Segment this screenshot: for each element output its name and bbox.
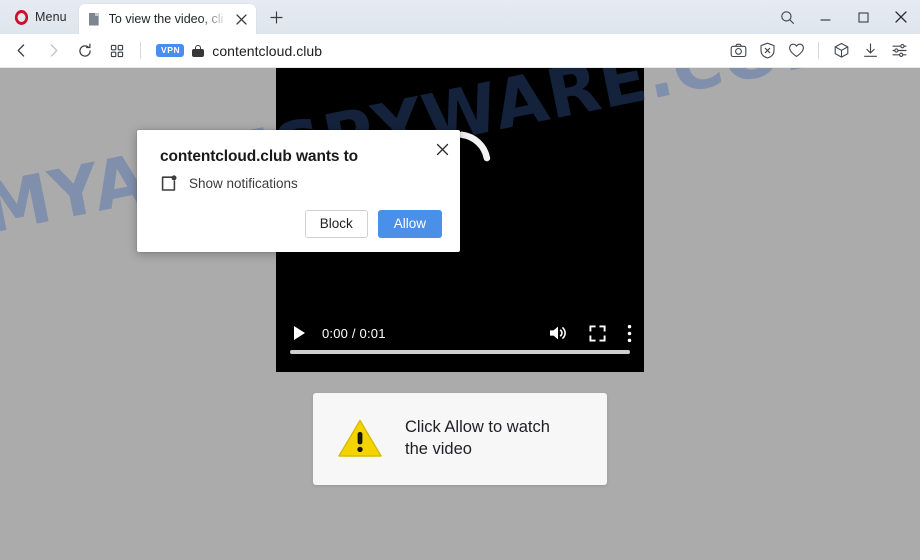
opera-menu-button[interactable]: Menu	[8, 4, 73, 30]
close-icon[interactable]	[431, 138, 453, 160]
page-content: MYANTISPYWARE.COM MYANTISPYWARE.COM 0:00…	[0, 68, 920, 560]
toolbar-divider	[140, 42, 141, 59]
permission-label: Show notifications	[189, 176, 298, 191]
notification-icon	[160, 175, 177, 192]
easy-setup-icon[interactable]	[886, 38, 912, 64]
search-icon[interactable]	[768, 2, 806, 32]
heart-icon[interactable]	[783, 38, 809, 64]
permission-row: Show notifications	[160, 175, 298, 192]
extensions-icon[interactable]	[828, 38, 854, 64]
notification-permission-dialog: contentcloud.club wants to Show notifica…	[137, 130, 460, 252]
toolbar-actions	[725, 38, 920, 64]
block-button[interactable]: Block	[304, 209, 368, 238]
video-controls-right	[548, 324, 632, 343]
fullscreen-icon[interactable]	[589, 324, 606, 342]
video-controls-row: 0:00 / 0:01	[288, 320, 632, 346]
play-icon[interactable]	[288, 322, 310, 344]
ad-blocker-icon[interactable]	[754, 38, 780, 64]
tab-bar: Menu To view the video, cli	[0, 0, 920, 34]
downloads-icon[interactable]	[857, 38, 883, 64]
allow-button[interactable]: Allow	[377, 209, 442, 238]
minimize-icon[interactable]	[806, 2, 844, 32]
video-progress-bar[interactable]	[290, 350, 630, 354]
nav-buttons	[0, 38, 147, 64]
document-icon	[89, 12, 102, 27]
warning-triangle-icon	[337, 418, 383, 460]
video-controls: 0:00 / 0:01	[276, 304, 644, 372]
vpn-badge[interactable]: VPN	[156, 44, 185, 57]
menu-label: Menu	[35, 10, 67, 24]
url-text[interactable]: contentcloud.club	[212, 43, 322, 59]
window-controls	[768, 0, 920, 34]
volume-icon[interactable]	[548, 324, 568, 342]
toolbar-divider-right	[818, 42, 819, 59]
maximize-icon[interactable]	[844, 2, 882, 32]
dialog-buttons: Block Allow	[304, 209, 442, 238]
lock-icon[interactable]	[192, 44, 205, 58]
navigation-toolbar: VPN contentcloud.club	[0, 34, 920, 68]
more-vertical-icon[interactable]	[627, 324, 632, 343]
address-bar[interactable]: VPN contentcloud.club	[147, 38, 725, 64]
snapshot-icon[interactable]	[725, 38, 751, 64]
forward-arrow-icon	[38, 38, 68, 64]
browser-window: Menu To view the video, cli VPN contentc…	[0, 0, 920, 560]
video-time-display: 0:00 / 0:01	[322, 325, 386, 341]
opera-logo-icon	[14, 9, 29, 25]
browser-tab[interactable]: To view the video, cli	[78, 4, 256, 34]
close-icon[interactable]	[232, 9, 252, 29]
dialog-title: contentcloud.club wants to	[160, 148, 359, 165]
notice-box: Click Allow to watch the video	[313, 393, 607, 485]
close-window-icon[interactable]	[882, 2, 920, 32]
notice-text: Click Allow to watch the video	[405, 418, 550, 458]
back-arrow-icon[interactable]	[6, 38, 36, 64]
grid-icon[interactable]	[102, 38, 132, 64]
tab-title: To view the video, cli	[108, 12, 224, 26]
new-tab-button[interactable]	[263, 3, 291, 31]
reload-icon[interactable]	[70, 38, 100, 64]
